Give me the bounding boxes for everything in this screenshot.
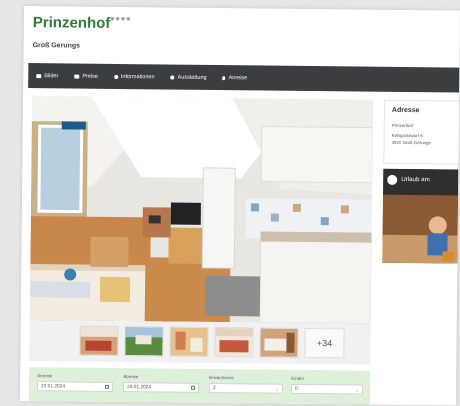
rating-stars: ●●●● — [109, 13, 132, 24]
address-city: 3920 Groß Gerungs — [391, 139, 431, 146]
thumbnail-garden[interactable] — [124, 326, 164, 357]
nav-label: Preise — [82, 73, 98, 80]
settings-icon — [170, 75, 175, 80]
calendar-icon — [190, 385, 196, 390]
address-title: Adresse — [391, 106, 420, 115]
address-street: Kehlgrasndorf 6 — [391, 132, 423, 139]
chevron-down-icon: ⌄ — [355, 387, 360, 393]
address-name: Prinzenhof — [391, 122, 413, 129]
adults-label: Erwachsene — [209, 374, 234, 381]
nav-item-bilder[interactable]: Bilder — [36, 73, 58, 79]
thumbnail-strip: +34 — [79, 325, 345, 359]
more-photos-button[interactable]: +34 — [304, 327, 345, 359]
kitchen-photo — [29, 96, 374, 324]
nav-item-preise[interactable]: Preise — [74, 73, 98, 79]
photo-gallery: +34 — [29, 96, 374, 365]
thumbnail-bed[interactable] — [214, 327, 254, 358]
page: Prinzenhof ●●●● Groß Gerungs Bilder Prei… — [19, 6, 460, 406]
chevron-down-icon: ⌄ — [275, 386, 280, 392]
children-select[interactable]: 0 ⌄ — [290, 383, 364, 395]
thumbnail-living[interactable] — [259, 327, 299, 358]
adults-select[interactable]: 2 ⌄ — [208, 382, 284, 394]
navigation-bar: Bilder Preise Informationen Ausstattung … — [28, 63, 460, 93]
brand-logo[interactable]: Prinzenhof — [33, 14, 111, 32]
arrival-label: Anreise — [37, 373, 53, 379]
departure-date-value: 25.01.2024 — [126, 385, 152, 391]
nav-item-ausstattung[interactable]: Ausstattung — [170, 74, 207, 81]
nav-item-informationen[interactable]: Informationen — [113, 73, 155, 80]
nav-label: Bilder — [44, 72, 59, 79]
arrival-date-value: 23.01.2024 — [40, 384, 66, 390]
booking-form: Anreise 23.01.2024 Abreise 25.01.2024 Er… — [28, 367, 371, 405]
departure-label: Abreise — [123, 374, 139, 380]
nav-label: Anreise — [228, 74, 248, 81]
children-label: Kinder — [291, 375, 305, 381]
thumbnail-bedroom[interactable] — [79, 325, 119, 357]
nav-item-anreise[interactable]: Anreise — [222, 74, 248, 81]
calendar-icon — [104, 384, 110, 389]
arrival-date-field[interactable]: 23.01.2024 — [36, 381, 114, 392]
video-title: Urlaub am — [401, 175, 430, 184]
children-value: 0 — [294, 386, 298, 392]
nav-label: Ausstattung — [177, 74, 207, 81]
address-card: Adresse Prinzenhof Kehlgrasndorf 6 3920 … — [383, 99, 460, 165]
thumbnail-room[interactable] — [169, 326, 209, 357]
info-icon — [113, 74, 118, 79]
map-pin-icon — [222, 75, 226, 80]
departure-date-field[interactable]: 25.01.2024 — [122, 382, 200, 393]
price-icon — [74, 74, 80, 79]
main-photo[interactable] — [29, 96, 374, 324]
image-icon — [36, 73, 42, 78]
nav-label: Informationen — [120, 73, 155, 80]
adults-value: 2 — [212, 386, 216, 392]
location-subtitle: Groß Gerungs — [32, 42, 81, 50]
video-embed[interactable]: Urlaub am — [382, 168, 459, 264]
